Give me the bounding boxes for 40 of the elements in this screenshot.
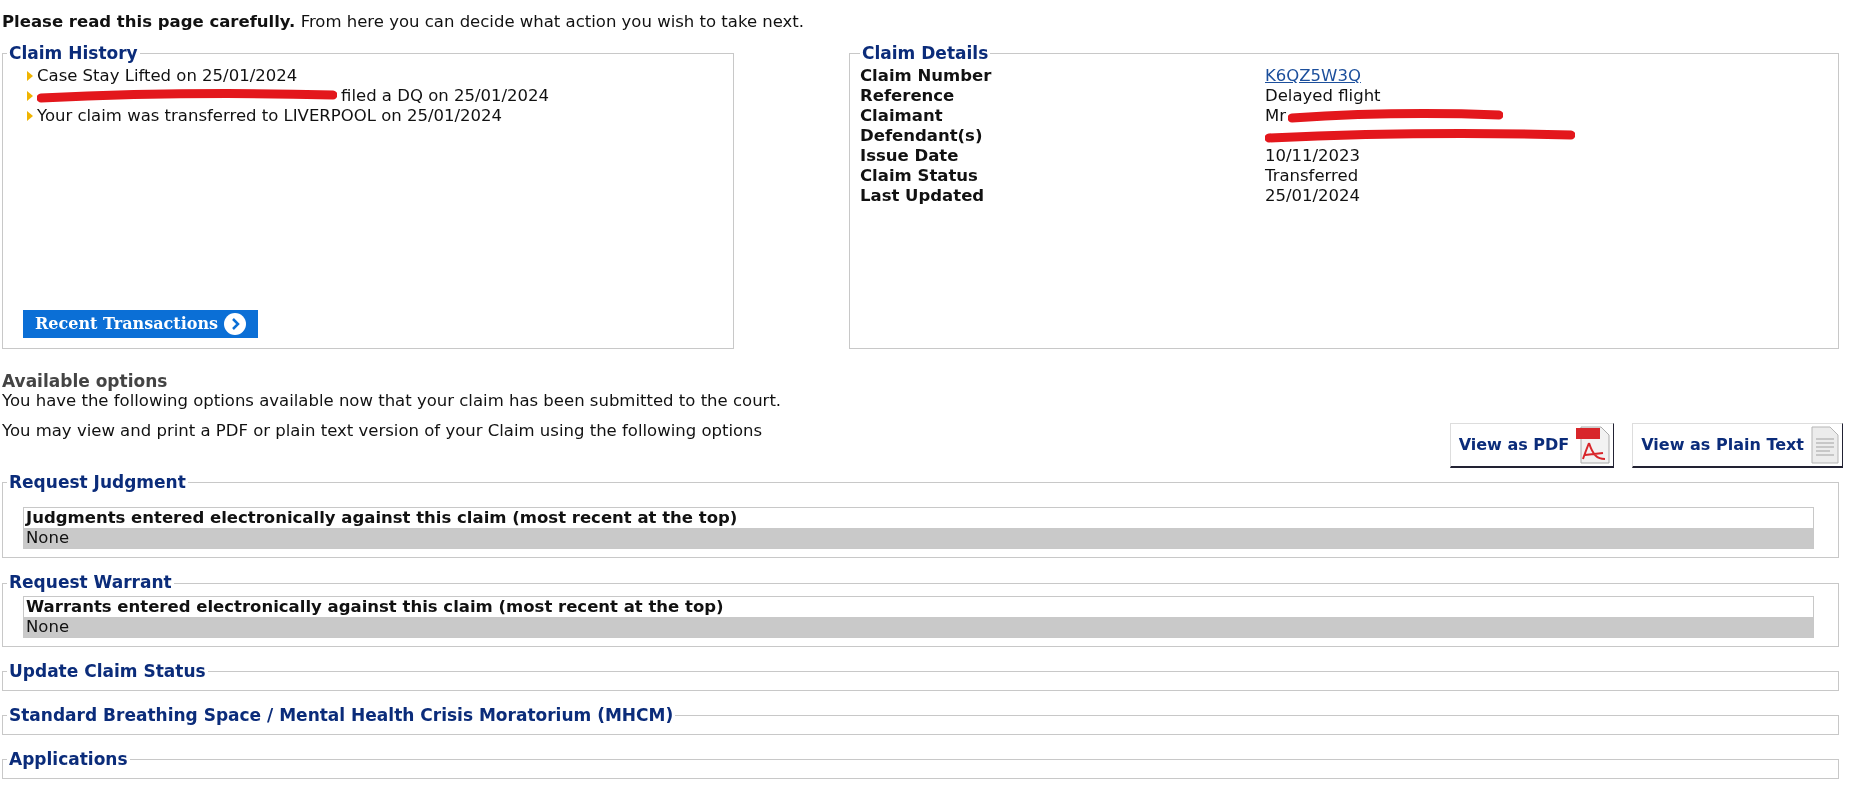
detail-label: Claim Number — [860, 66, 993, 87]
bullet-icon — [27, 111, 33, 122]
bullet-icon — [27, 91, 33, 102]
view-text-button[interactable]: View as Plain Text — [1632, 422, 1843, 468]
table-header: Judgments entered electronically against this claim (most recent at the top) — [24, 508, 739, 529]
history-entry: filed a DQ on 25/01/2024 — [341, 86, 550, 107]
history-entry: Your claim was transferred to LIVERPOOL on 25/01/2024 — [37, 106, 503, 127]
history-entry: Case Stay Lifted on 25/01/2024 — [37, 66, 298, 87]
detail-label: Defendant(s) — [860, 126, 984, 147]
chevron-right-icon — [224, 312, 247, 335]
intro-text: Please read this page carefully. From here you can decide what action you wish to take next. — [2, 11, 806, 33]
section-title: Request Judgment — [8, 470, 187, 494]
recent-transactions-button[interactable]: Recent Transactions — [23, 309, 259, 338]
view-options-text: You may view and print a PDF or plain text version of your Claim using the following options — [2, 419, 763, 442]
section-title: Standard Breathing Space / Mental Health Crisis Moratorium (MHCM) — [8, 703, 675, 727]
detail-value: 25/01/2024 — [1265, 186, 1361, 207]
pdf-file-icon — [1575, 424, 1612, 465]
section-title: Update Claim Status — [8, 659, 207, 683]
section-title: Claim Details — [861, 41, 990, 65]
detail-label: Issue Date — [860, 146, 960, 167]
section-title: Request Warrant — [8, 571, 173, 595]
table-header: Warrants entered electronically against this claim (most recent at the top) — [25, 596, 725, 617]
detail-value: Transferred — [1265, 166, 1359, 187]
claim-number-link[interactable]: K6QZ5W3Q — [1265, 66, 1361, 87]
detail-label: Last Updated — [860, 186, 986, 207]
table-row: None — [24, 528, 1813, 549]
section-title: Claim History — [8, 41, 139, 65]
table-row: None — [24, 616, 1813, 637]
detail-value: Delayed flight — [1265, 86, 1381, 107]
detail-label: Reference — [860, 86, 956, 107]
bullet-icon — [27, 71, 33, 82]
section-heading: Available options — [2, 370, 169, 391]
detail-value: 10/11/2023 — [1265, 146, 1361, 167]
view-pdf-button[interactable]: View as PDF — [1449, 422, 1615, 468]
document-icon — [1810, 424, 1840, 465]
detail-label: Claim Status — [860, 166, 979, 187]
detail-value: Mr — [1265, 106, 1287, 127]
section-title: Applications — [8, 747, 129, 771]
detail-label: Claimant — [860, 106, 944, 127]
options-text: You have the following options available now that your claim has been submitted to the court. — [2, 390, 783, 411]
